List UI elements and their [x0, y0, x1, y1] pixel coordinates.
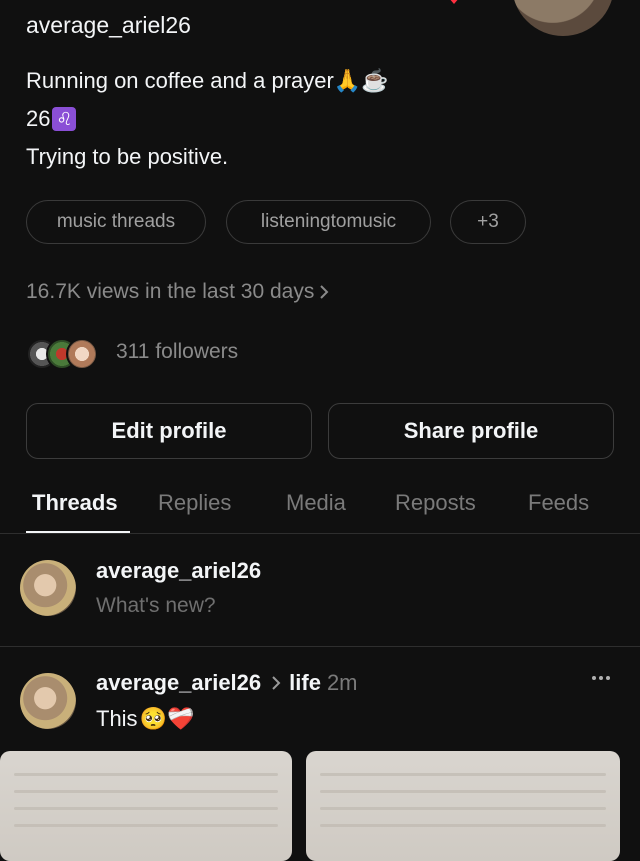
- post-username[interactable]: average_ariel26: [96, 670, 261, 696]
- composer-input[interactable]: What's new?: [96, 594, 216, 618]
- chevron-right-icon: [272, 676, 281, 690]
- tab-media[interactable]: Media: [286, 490, 346, 516]
- bio-line-1: Running on coffee and a prayer🙏☕️: [26, 68, 389, 93]
- bio-line-3: Trying to be positive.: [26, 144, 229, 169]
- post-text-body: This: [96, 706, 138, 731]
- post-topic[interactable]: life: [289, 670, 321, 696]
- heart-icon: [450, 0, 458, 4]
- views-text: 16.7K views in the last 30 days: [26, 280, 315, 303]
- post-image[interactable]: [306, 751, 620, 861]
- tag-chip-more[interactable]: +3: [450, 200, 526, 244]
- post-emojis: 🥺❤️‍🩹: [139, 706, 195, 731]
- followers-count[interactable]: 311 followers: [116, 340, 238, 364]
- divider: [0, 646, 640, 647]
- tab-replies[interactable]: Replies: [158, 490, 231, 516]
- post-timestamp: 2m: [326, 670, 358, 695]
- profile-username: average_ariel26: [26, 12, 191, 38]
- tab-feeds[interactable]: Feeds: [528, 490, 589, 516]
- composer-username: average_ariel26: [96, 558, 262, 583]
- views-insight-link[interactable]: 16.7K views in the last 30 days: [26, 280, 330, 304]
- profile-avatar[interactable]: [512, 0, 614, 36]
- more-options-icon[interactable]: [592, 676, 610, 680]
- edit-profile-button[interactable]: Edit profile: [26, 403, 312, 459]
- follower-avatar: [66, 338, 98, 370]
- leo-sign-icon: ♌︎: [52, 107, 77, 131]
- tab-threads[interactable]: Threads: [32, 490, 118, 516]
- tag-chip-listeningtomusic[interactable]: listeningtomusic: [226, 200, 431, 244]
- chevron-right-icon: [320, 285, 329, 299]
- bio-line-2: 26 ♌︎: [26, 106, 77, 132]
- post-image[interactable]: [0, 751, 292, 861]
- share-profile-button[interactable]: Share profile: [328, 403, 614, 459]
- post-avatar[interactable]: [20, 673, 76, 729]
- tab-reposts[interactable]: Reposts: [395, 490, 476, 516]
- follower-avatars[interactable]: [26, 338, 100, 370]
- bio-age: 26: [26, 106, 51, 131]
- divider: [0, 533, 640, 534]
- post-header: average_ariel26 life 2m: [96, 670, 358, 696]
- tag-chip-music-threads[interactable]: music threads: [26, 200, 206, 244]
- composer-avatar: [20, 560, 76, 616]
- post-text: This 🥺❤️‍🩹: [96, 706, 194, 732]
